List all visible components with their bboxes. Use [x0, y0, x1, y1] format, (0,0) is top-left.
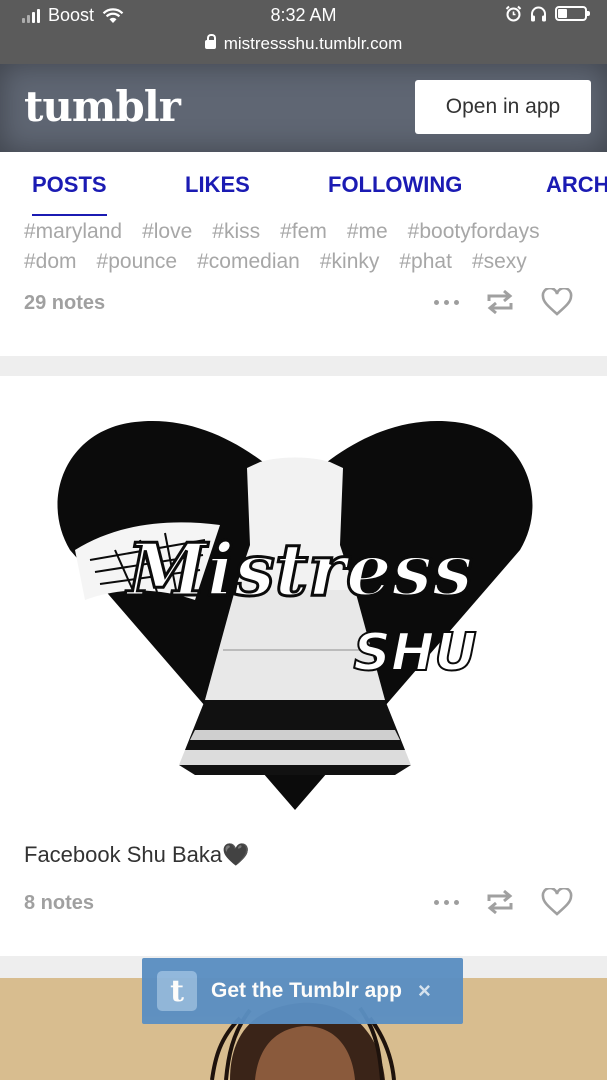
post-card: #maryland #love #kiss #fem #me #bootyfordays … [0, 216, 607, 356]
tag-link[interactable]: #maryland [24, 220, 122, 243]
tag-link[interactable]: #fem [280, 220, 327, 243]
post-actions [434, 888, 573, 916]
status-bar: Boost 8:32 AM mistressshu.tumblr.com [0, 0, 607, 64]
tab-following[interactable]: FOLLOWING [328, 172, 462, 198]
tag-link[interactable]: #sexy [472, 250, 527, 273]
site-header: tumblr Open in app [0, 64, 607, 152]
tag-link[interactable]: #phat [399, 250, 452, 273]
notes-count[interactable]: 29 notes [24, 292, 105, 315]
post-image[interactable]: Mistress SHU [55, 400, 535, 820]
tag-link[interactable]: #kiss [212, 220, 260, 243]
battery-icon [555, 6, 590, 21]
reblog-icon[interactable] [485, 889, 515, 915]
tag-link[interactable]: #dom [24, 250, 77, 273]
post-card: Mistress SHU Facebook Shu Baka🖤 8 notes [0, 376, 607, 956]
notes-count[interactable]: 8 notes [24, 892, 94, 915]
more-dots-icon[interactable] [434, 899, 459, 905]
tag-link[interactable]: #kinky [320, 250, 380, 273]
tag-link[interactable]: #bootyfordays [408, 220, 540, 243]
alarm-icon [505, 5, 522, 22]
heart-icon[interactable] [541, 888, 573, 916]
tag-list-row: #maryland #love #kiss #fem #me #bootyfordays [24, 216, 599, 247]
get-app-banner[interactable]: t Get the Tumblr app × [142, 958, 463, 1024]
blog-tabs: POSTS LIKES FOLLOWING ARCHIVE [0, 152, 607, 216]
more-dots-icon[interactable] [434, 299, 459, 305]
logo-text-main: Mistress [124, 527, 473, 612]
tab-archive[interactable]: ARCHIVE [546, 172, 607, 198]
tab-likes[interactable]: LIKES [185, 172, 250, 198]
lock-icon [204, 34, 216, 49]
headphones-icon [531, 6, 546, 21]
tag-link[interactable]: #me [347, 220, 388, 243]
post-caption: Facebook Shu Baka🖤 [24, 842, 250, 867]
tag-list-row: #dom #pounce #comedian #kinky #phat #sexy [24, 246, 599, 277]
url-text: mistressshu.tumblr.com [223, 34, 403, 53]
close-icon[interactable]: × [418, 978, 431, 1004]
url-bar[interactable]: mistressshu.tumblr.com [0, 34, 607, 54]
reblog-icon[interactable] [485, 289, 515, 315]
get-app-label[interactable]: Get the Tumblr app [211, 979, 402, 1003]
status-right [505, 5, 590, 22]
logo-text-sub: SHU [353, 623, 476, 683]
tag-link[interactable]: #love [142, 220, 192, 243]
heart-icon[interactable] [541, 288, 573, 316]
tag-link[interactable]: #comedian [197, 250, 300, 273]
open-in-app-button[interactable]: Open in app [415, 80, 591, 134]
page: Boost 8:32 AM mistressshu.tumblr.com tum… [0, 0, 607, 1080]
post-actions [434, 288, 573, 316]
tumblr-logo[interactable]: tumblr [24, 82, 181, 131]
tumblr-app-icon: t [157, 971, 197, 1011]
tag-link[interactable]: #pounce [97, 250, 178, 273]
tab-posts[interactable]: POSTS [32, 172, 107, 216]
